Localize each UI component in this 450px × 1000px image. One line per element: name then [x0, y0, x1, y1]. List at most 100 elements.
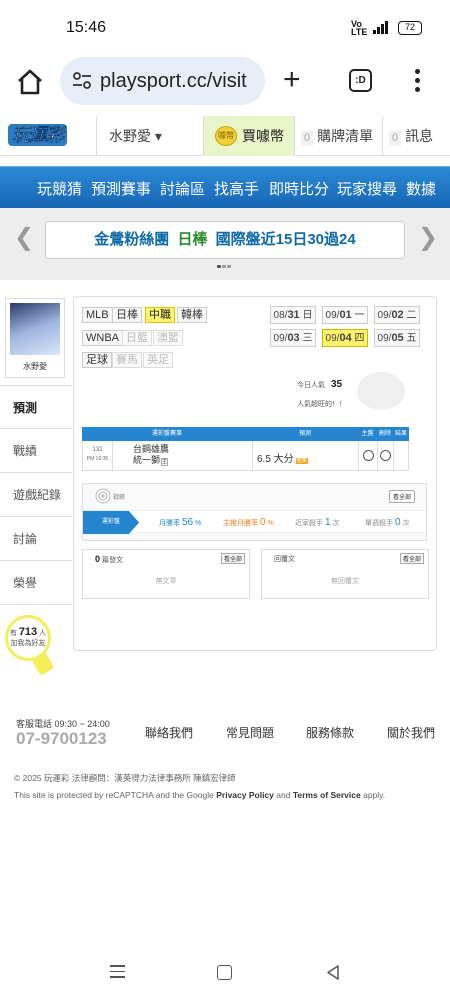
- nav-item[interactable]: 玩家搜尋: [337, 178, 397, 199]
- url-text[interactable]: playsport.cc/visit: [100, 70, 247, 93]
- status-bar: 15:46 Vo LTE 72: [0, 0, 450, 56]
- nav-item[interactable]: 找高手: [214, 178, 259, 199]
- status-time: 15:46: [66, 19, 107, 36]
- buy-coin-button[interactable]: 噱幣 買噱幣: [204, 116, 294, 156]
- cart-count: 0: [301, 131, 314, 146]
- site-logo[interactable]: 玩運彩: [8, 124, 67, 146]
- col-header: 運彩盤賽事: [82, 427, 252, 441]
- prediction-table: 運彩盤賽事 預測 主盤 刪除 結果 132 PM 16:35 台鋼雄鷹 統一獅主 6…: [82, 427, 409, 471]
- popularity: 今日人氣 35: [297, 379, 343, 390]
- col-header: 預測: [252, 427, 358, 441]
- league-tab[interactable]: 足球: [82, 352, 112, 368]
- footer-link-terms[interactable]: 服務條款: [306, 724, 354, 741]
- league-tab: 澳籃: [153, 330, 183, 346]
- promo-banner: ❮ 金鶯粉絲團 日棒 國際盤近15日30過24 ❯: [0, 208, 450, 280]
- home-button-icon[interactable]: [217, 965, 232, 980]
- back-icon[interactable]: [326, 965, 340, 980]
- sidebar-item-discuss[interactable]: 討論: [0, 517, 72, 561]
- system-nav-bar: [0, 945, 450, 1000]
- recents-icon[interactable]: [110, 965, 125, 979]
- messages-button[interactable]: 0 訊息: [382, 116, 450, 156]
- game-number: 132: [92, 447, 103, 453]
- coin-label: 買噱幣: [242, 128, 284, 144]
- nav-item[interactable]: 即時比分: [269, 178, 329, 199]
- sidebar-item-predict[interactable]: 預測: [0, 385, 72, 429]
- target-icon: [95, 488, 111, 504]
- team-home: 統一獅: [133, 455, 161, 465]
- league-tab[interactable]: MLB: [82, 307, 113, 323]
- sidebar-item-game-log[interactable]: 遊戲紀錄: [0, 473, 72, 517]
- cart-button[interactable]: 0 購牌清單: [294, 116, 382, 156]
- address-bar[interactable]: playsport.cc/visit: [60, 57, 265, 105]
- date-tab[interactable]: 09/02 二: [374, 306, 420, 324]
- copyright: © 2025 玩運彩 法律顧問：漢英得力法律事務所 陳鎮宏律師: [14, 773, 236, 783]
- date-tab[interactable]: 09/03 三: [270, 329, 316, 347]
- delete-radio[interactable]: [380, 450, 391, 461]
- league-tab[interactable]: 日棒: [112, 307, 142, 323]
- record-label: 戰績: [113, 495, 126, 501]
- banner-link[interactable]: 金鶯粉絲團 日棒 國際盤近15日30過24: [45, 221, 405, 259]
- add-friend-button[interactable]: 有 713 人加我為好友: [5, 615, 55, 677]
- league-tab[interactable]: WNBA: [82, 330, 123, 346]
- nav-item[interactable]: 玩競猜: [37, 178, 82, 199]
- replies-view-all-button[interactable]: 看全部: [399, 553, 424, 564]
- browser-toolbar: playsport.cc/visit + :D: [0, 56, 450, 110]
- new-tab-icon[interactable]: +: [283, 65, 301, 95]
- league-tab: 英足: [143, 352, 173, 368]
- recaptcha-notice: This site is protected by reCAPTCHA and …: [14, 790, 386, 800]
- mascot-image: [357, 372, 405, 410]
- coin-icon: 噱幣: [215, 126, 237, 146]
- month-win-rate: 月勝率 56 %: [159, 517, 202, 528]
- prediction-panel: MLB 日棒 中職 韓棒 WNBA 日籃 澳籃 足球 賽馬 英足 08/31 日…: [73, 296, 437, 651]
- battery-icon: 72: [398, 21, 422, 35]
- service-phone: 07-9700123: [16, 729, 107, 748]
- posts-view-all-button[interactable]: 看全部: [220, 553, 245, 564]
- more-menu-icon[interactable]: [415, 69, 421, 93]
- col-header: 刪除: [377, 427, 393, 441]
- date-tab[interactable]: 09/05 五: [374, 329, 420, 347]
- league-tab[interactable]: 韓棒: [177, 307, 207, 323]
- record-section: 戰績 看全部 運彩盤 月勝率 56 % 主推月勝率 0 % 近家殺手 1 次 單…: [82, 483, 427, 541]
- replies-empty: 無回覆文: [331, 578, 359, 585]
- footer-link-faq[interactable]: 常見問題: [226, 724, 274, 741]
- league-tab-active[interactable]: 中職: [145, 307, 175, 323]
- record-strip-label: 運彩盤: [83, 511, 139, 534]
- sidebar-item-honor[interactable]: 榮譽: [0, 561, 72, 605]
- banner-pager: [217, 265, 233, 268]
- nav-item[interactable]: 預測賽事: [91, 178, 151, 199]
- date-tab[interactable]: 08/31 日: [270, 306, 316, 324]
- col-header: 主盤: [358, 427, 377, 441]
- site-header: 玩運彩 水野愛 ▾ 噱幣 買噱幣 0 購牌清單 0 訊息: [0, 116, 450, 156]
- league-tab: 賽馬: [112, 352, 142, 368]
- site-settings-icon[interactable]: [72, 72, 92, 90]
- date-tab[interactable]: 09/01 一: [322, 306, 368, 324]
- terms-link[interactable]: Terms of Service: [293, 790, 361, 800]
- msg-label: 訊息: [405, 128, 434, 144]
- home-icon[interactable]: [16, 68, 44, 96]
- banner-next-icon[interactable]: ❯: [418, 226, 438, 250]
- network-indicator: Vo LTE: [351, 19, 368, 37]
- nav-item[interactable]: 數據: [406, 178, 436, 199]
- footer-link-about[interactable]: 關於我們: [387, 724, 435, 741]
- privacy-link[interactable]: Privacy Policy: [216, 790, 274, 800]
- tab-switcher-button[interactable]: :D: [349, 69, 372, 92]
- nav-item[interactable]: 討論區: [160, 178, 205, 199]
- footer-link-contact[interactable]: 聯絡我們: [145, 724, 193, 741]
- user-menu[interactable]: 水野愛 ▾: [96, 116, 204, 156]
- msg-count: 0: [389, 131, 402, 146]
- league-tab: 日籃: [122, 330, 152, 346]
- posts-count: 0: [95, 554, 101, 564]
- table-row: 132 PM 16:35 台鋼雄鷹 統一獅主 6.5 大分 賠率: [82, 441, 409, 471]
- date-tab-active[interactable]: 09/04 四: [322, 329, 368, 347]
- profile-card[interactable]: 水野愛: [5, 298, 65, 378]
- banner-prev-icon[interactable]: ❮: [14, 226, 34, 250]
- main-nav: 玩競猜 預測賽事 討論區 找高手 即時比分 玩家搜尋 數據: [0, 166, 450, 208]
- main-pick-radio[interactable]: [363, 450, 374, 461]
- game-time: PM 16:35: [86, 456, 109, 462]
- cart-label: 購牌清單: [317, 128, 374, 144]
- record-view-all-button[interactable]: 看全部: [389, 490, 416, 503]
- replies-box: 回覆文 看全部 無回覆文: [261, 549, 429, 599]
- sidebar-item-record[interactable]: 戰績: [0, 429, 72, 473]
- signal-icon: [373, 20, 391, 34]
- avatar: [10, 303, 60, 355]
